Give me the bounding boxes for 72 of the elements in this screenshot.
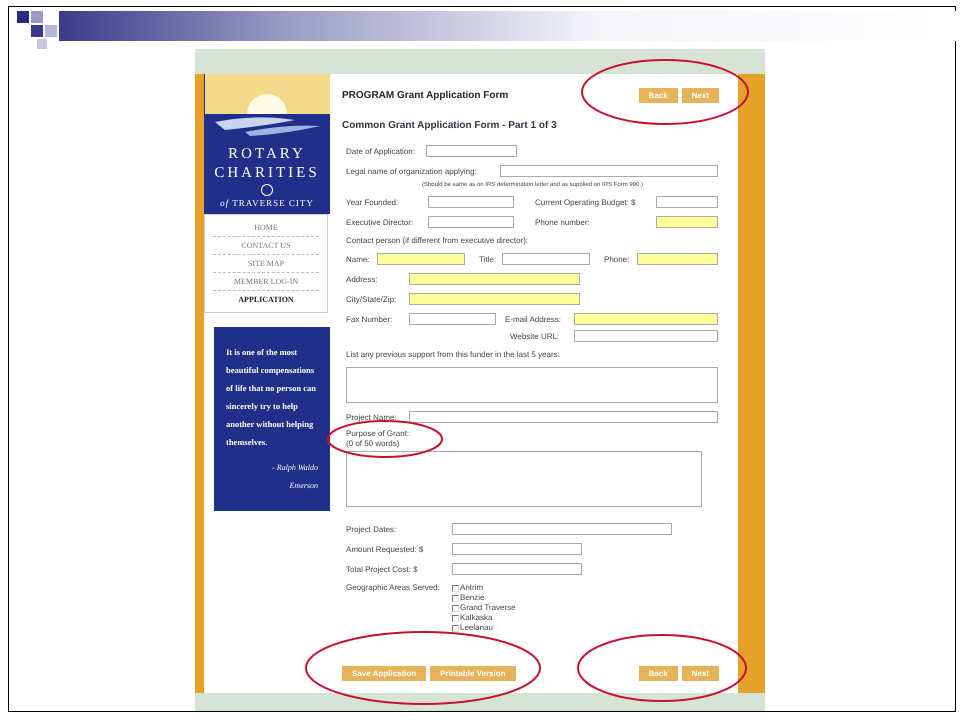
field-label: List any previous support from this funder in the last 5 years: [346, 350, 561, 359]
field-label: Phone number: [534, 218, 591, 226]
form-subtitle: Common Grant Application Form - Part 1 of 3 [342, 120, 558, 131]
nav-link[interactable]: MEMBER LOG-IN [213, 273, 319, 291]
field-label: (0 of 50 words) [346, 439, 400, 448]
field-label: City/State/Zip: [346, 294, 398, 304]
logo-text: ROTARY [228, 146, 306, 163]
nav-link[interactable]: APPLICATION [213, 291, 319, 308]
quote-text: It is one of the most beautiful compensations of life that no person can sincerely try to help another without helping themselves. [226, 346, 317, 449]
field-label: Fax Number: [346, 314, 394, 324]
checkbox[interactable] [452, 624, 459, 632]
field-label: Phone: [603, 254, 630, 264]
nav-button[interactable]: Printable Version [430, 666, 516, 681]
wheel-icon [261, 184, 273, 196]
field-label: Executive Director: [346, 218, 414, 226]
text-area[interactable] [346, 367, 718, 403]
field-label: Contact person (if different from executive director): [346, 236, 530, 245]
input-field[interactable] [409, 273, 580, 285]
logo-text: of TRAVERSE CITY [220, 198, 314, 208]
input-field[interactable] [409, 411, 718, 423]
checkbox-label: Kalkaska [460, 613, 492, 623]
field-label: Website URL: [509, 332, 560, 340]
nav-button[interactable]: Back [638, 88, 678, 102]
nav-button[interactable]: Save Application [342, 666, 426, 681]
checkbox-label: Benzie [460, 593, 484, 603]
field-label: Year Founded: [346, 198, 400, 206]
checkbox[interactable] [452, 604, 459, 612]
text-area[interactable] [346, 451, 702, 507]
nav-link[interactable]: HOME [213, 219, 319, 237]
checkbox-label: Leelanau [460, 623, 493, 633]
field-label: E-mail Address: [504, 314, 562, 324]
nav-link[interactable]: SITE MAP [213, 255, 319, 273]
field-label: Current Operating Budget: $ [534, 198, 637, 206]
field-label: Date of Application: [346, 146, 416, 156]
input-field[interactable] [409, 293, 580, 305]
nav-link[interactable]: CONTACT US [213, 237, 319, 255]
quote-author: - Ralph Waldo Emerson [271, 462, 318, 492]
field-label: Legal name of organization applying: [346, 166, 478, 176]
input-field[interactable] [377, 253, 465, 265]
input-field[interactable] [502, 253, 590, 265]
input-field[interactable] [452, 563, 582, 575]
input-field[interactable] [574, 313, 718, 325]
input-field[interactable] [637, 253, 718, 265]
field-label: Name: [346, 254, 371, 264]
input-field[interactable] [428, 196, 514, 208]
field-label: Purpose of Grant: [346, 429, 410, 438]
field-label: Title: [478, 254, 498, 264]
field-label: Project Name: [346, 412, 398, 422]
input-field[interactable] [656, 216, 718, 228]
checkbox[interactable] [452, 594, 459, 602]
input-field[interactable] [426, 145, 517, 157]
input-field[interactable] [409, 313, 496, 325]
checkbox-label: Antrim [460, 583, 484, 593]
input-field[interactable] [428, 216, 514, 228]
form-title: PROGRAM Grant Application Form [342, 90, 508, 100]
checkbox[interactable] [452, 614, 459, 622]
input-field[interactable] [452, 523, 672, 535]
input-field[interactable] [452, 543, 582, 555]
field-label: Total Project Cost: $ [346, 564, 419, 574]
field-label: Amount Requested: $ [346, 544, 424, 554]
nav-button[interactable]: Next [682, 88, 719, 102]
checkbox[interactable] [452, 584, 459, 592]
checkbox-label: Grand Traverse [460, 603, 516, 613]
field-label: Project Dates: [346, 524, 398, 534]
field-label: Geographic Areas Served: [346, 583, 441, 592]
input-field[interactable] [500, 165, 718, 177]
nav-button[interactable]: Next [682, 666, 719, 681]
logo-text: CHARITIES [214, 165, 320, 182]
field-label: Address: [346, 274, 379, 284]
nav-button[interactable]: Back [638, 666, 678, 681]
input-field[interactable] [656, 196, 718, 208]
input-field[interactable] [574, 330, 718, 342]
